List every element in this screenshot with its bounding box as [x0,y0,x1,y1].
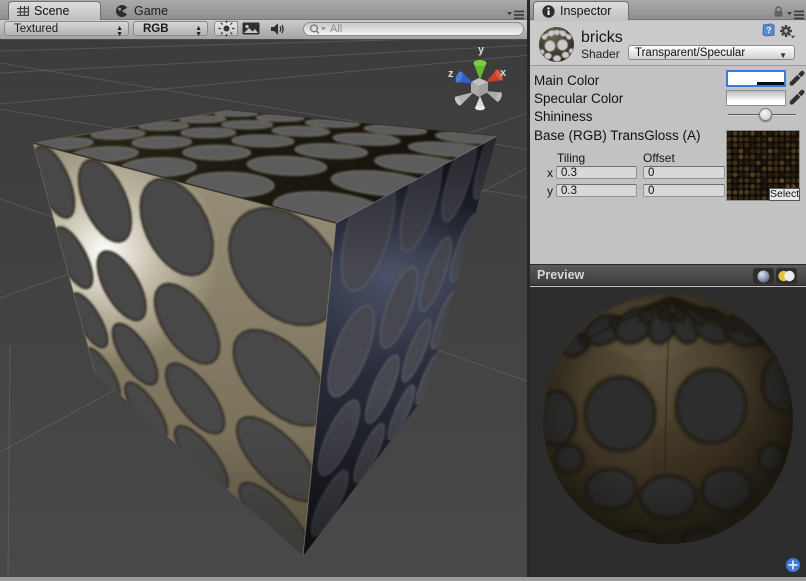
svg-text:z: z [448,68,454,80]
svg-text:?: ? [766,25,771,35]
svg-text:y: y [478,44,485,56]
svg-text:x: x [500,67,507,79]
